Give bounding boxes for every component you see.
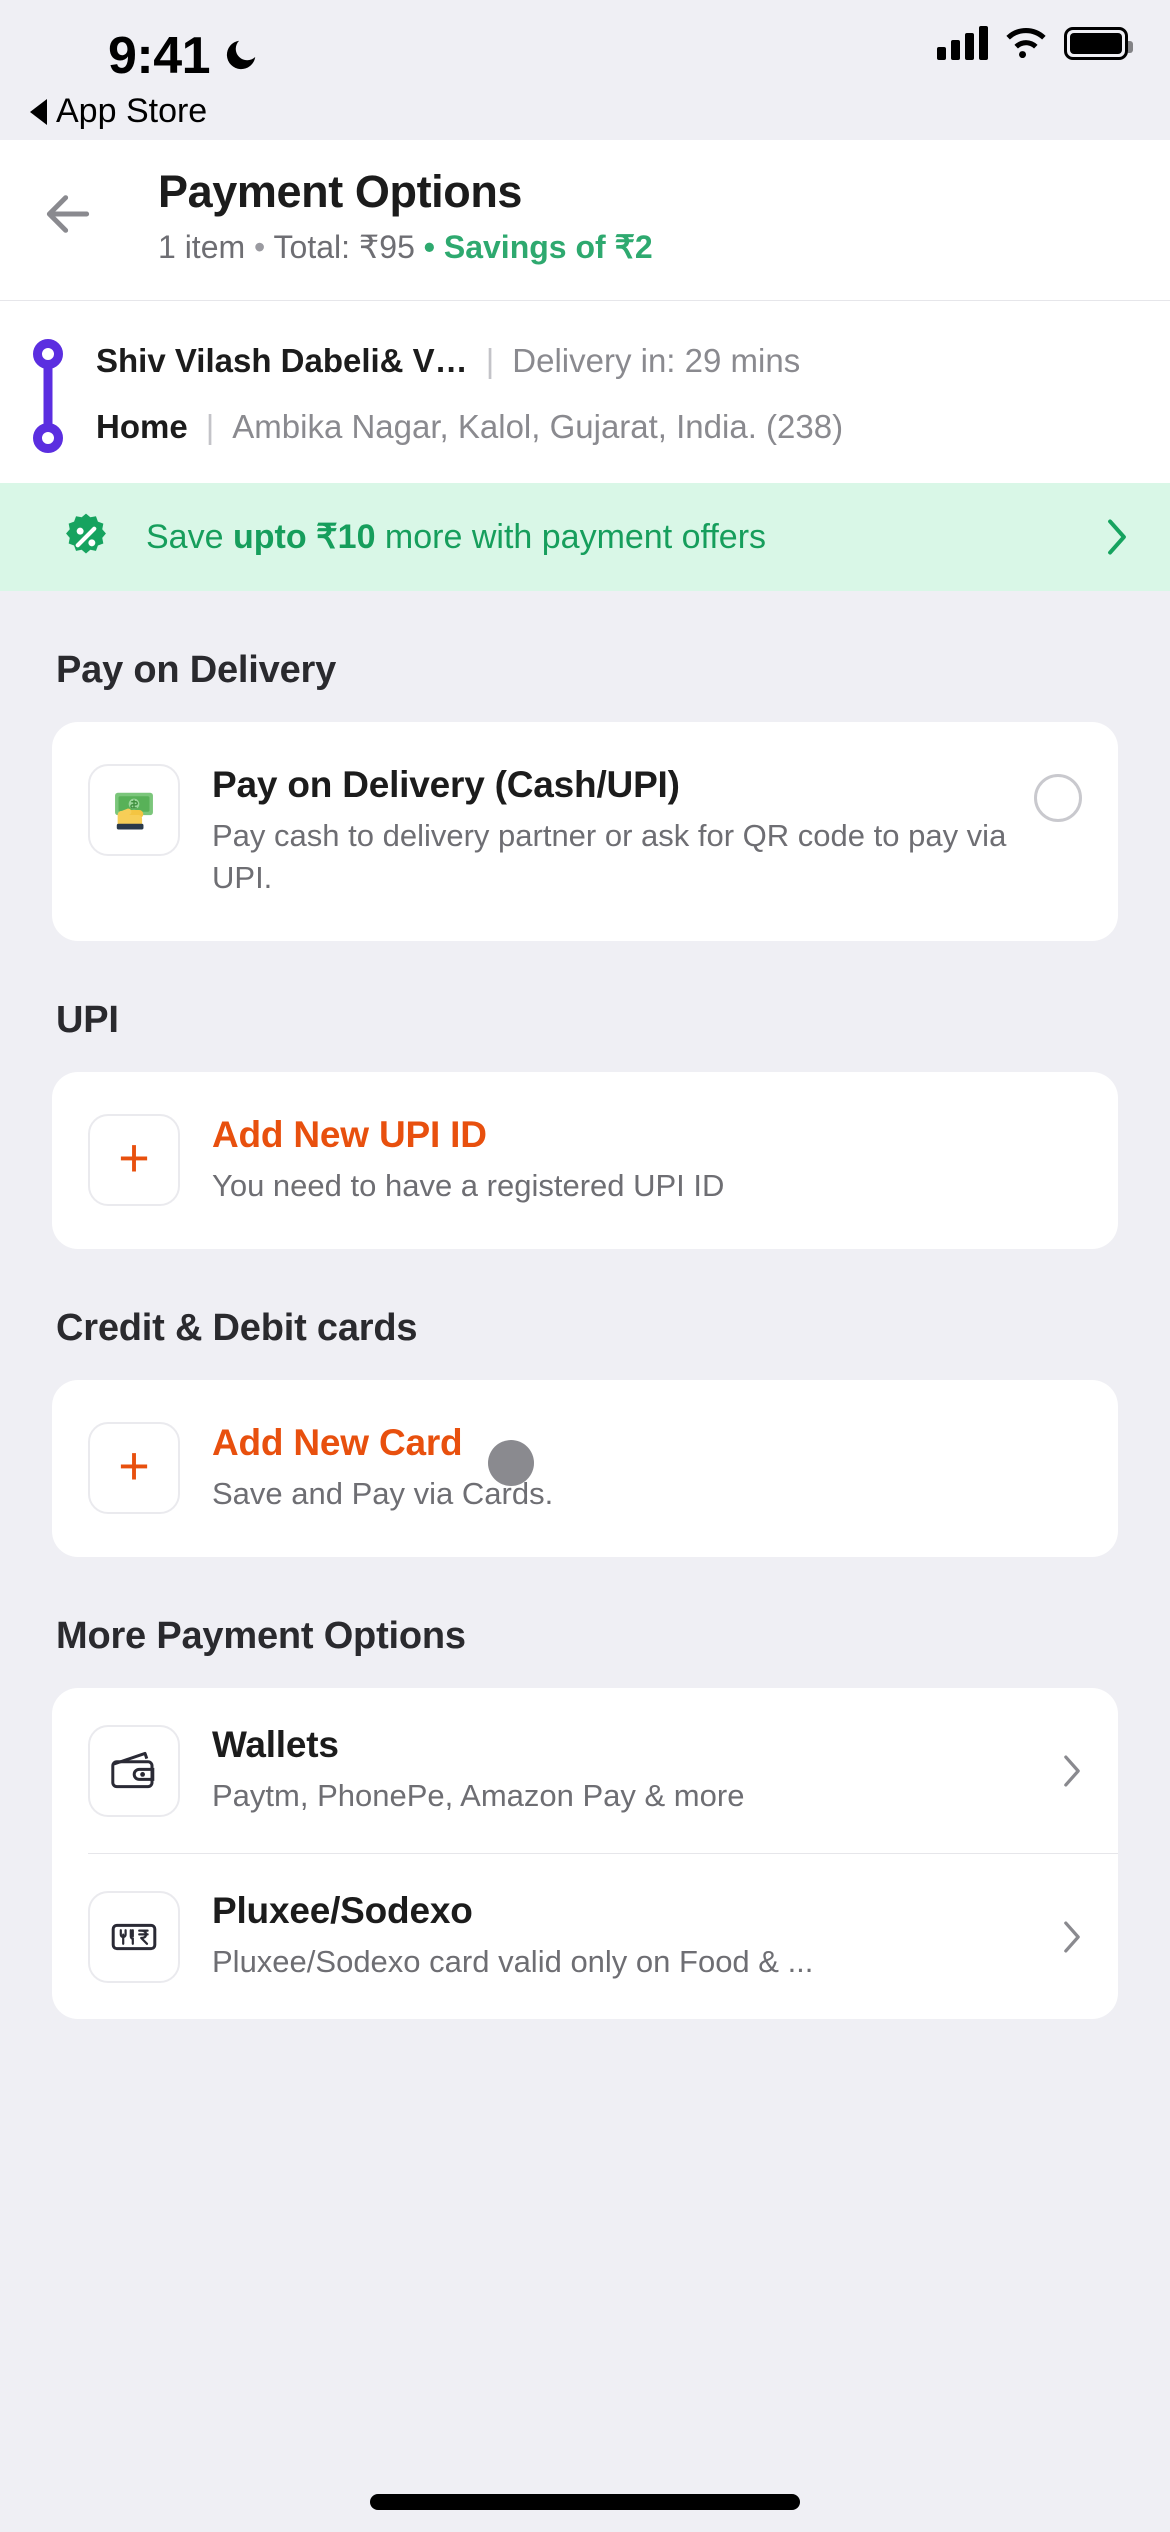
status-bar: 9:41 App Store [0, 0, 1170, 140]
order-savings: Savings of ₹2 [443, 229, 653, 265]
address-label: Home [96, 408, 188, 445]
section-title-pay-on-delivery: Pay on Delivery [56, 649, 337, 691]
chevron-right-icon[interactable] [1106, 518, 1128, 556]
store-row: Shiv Vilash Dabeli& V… | Delivery in: 29… [96, 335, 1140, 387]
add-new-card-subtitle: Save and Pay via Cards. [212, 1476, 554, 1511]
back-to-app-store-link[interactable]: App Store [30, 92, 207, 131]
chevron-right-icon[interactable] [1062, 1754, 1082, 1788]
section-title-upi: UPI [56, 999, 119, 1041]
touch-cursor [488, 1440, 534, 1486]
payment-offers-banner[interactable]: Save upto ₹10 more with payment offers [0, 483, 1170, 591]
cash-in-hand-icon [88, 764, 180, 856]
wallets-title: Wallets [212, 1724, 339, 1765]
wallets-subtitle: Paytm, PhonePe, Amazon Pay & more [212, 1778, 745, 1813]
pay-on-delivery-radio[interactable] [1034, 774, 1082, 822]
address-text: Ambika Nagar, Kalol, Gujarat, India. (23… [232, 408, 844, 445]
plus-icon: + [88, 1422, 180, 1514]
delivery-eta: Delivery in: 29 mins [512, 342, 801, 379]
wallets-row[interactable]: Wallets Paytm, PhonePe, Amazon Pay & mor… [52, 1688, 1118, 1853]
offer-amount: upto ₹10 [232, 518, 376, 556]
wifi-icon [1006, 27, 1046, 59]
route-line [43, 365, 53, 431]
cards-card: + Add New Card Save and Pay via Cards. [52, 1380, 1118, 1557]
offer-suffix: more with payment offers [375, 518, 767, 556]
store-name: Shiv Vilash Dabeli& V… [96, 342, 468, 379]
sep-dot-1: • [254, 229, 266, 265]
home-indicator [370, 2494, 800, 2510]
arrow-left-icon[interactable] [40, 186, 96, 242]
triangle-left-icon [30, 98, 47, 125]
add-new-upi-title: Add New UPI ID [212, 1114, 487, 1155]
upi-card: + Add New UPI ID You need to have a regi… [52, 1072, 1118, 1249]
moon-icon [226, 40, 256, 70]
status-indicators [937, 26, 1133, 60]
chevron-right-icon[interactable] [1062, 1920, 1082, 1954]
section-title-cards: Credit & Debit cards [56, 1307, 418, 1349]
offer-prefix: Save [146, 518, 233, 556]
pluxee-sodexo-row[interactable]: Pluxee/Sodexo Pluxee/Sodexo card valid o… [52, 1854, 1118, 2019]
order-summary-line: 1 item • Total: ₹95 • Savings of ₹2 [158, 228, 1170, 266]
more-payment-options-card: Wallets Paytm, PhonePe, Amazon Pay & mor… [52, 1688, 1118, 2019]
back-app-label: App Store [56, 92, 208, 130]
pay-on-delivery-card: Pay on Delivery (Cash/UPI) Pay cash to d… [52, 722, 1118, 941]
meal-card-icon [88, 1890, 180, 1983]
pay-on-delivery-row[interactable]: Pay on Delivery (Cash/UPI) Pay cash to d… [52, 722, 1118, 941]
page-header: Payment Options 1 item • Total: ₹95 • Sa… [0, 140, 1170, 301]
pay-on-delivery-title: Pay on Delivery (Cash/UPI) [212, 764, 680, 805]
order-total: Total: ₹95 [273, 229, 415, 265]
percent-badge-icon [66, 513, 106, 554]
route-destination-dot-icon [33, 423, 63, 453]
page-title: Payment Options [158, 166, 523, 217]
delivery-address-block[interactable]: Shiv Vilash Dabeli& V… | Delivery in: 29… [0, 301, 1170, 483]
item-count: 1 item [158, 229, 246, 265]
add-new-card-row[interactable]: + Add New Card Save and Pay via Cards. [52, 1380, 1118, 1557]
pluxee-sodexo-subtitle: Pluxee/Sodexo card valid only on Food & … [212, 1944, 814, 1979]
route-indicator [0, 335, 96, 453]
address-row: Home | Ambika Nagar, Kalol, Gujarat, Ind… [96, 401, 1140, 453]
add-new-card-title: Add New Card [212, 1422, 463, 1463]
pay-on-delivery-subtitle: Pay cash to delivery partner or ask for … [212, 818, 1007, 895]
battery-full-icon [1064, 26, 1133, 60]
address-divider: | [205, 408, 215, 445]
sep-dot-2: • [423, 229, 435, 265]
wallet-icon [88, 1724, 180, 1817]
add-new-upi-row[interactable]: + Add New UPI ID You need to have a regi… [52, 1072, 1118, 1249]
section-title-more-payment-options: More Payment Options [56, 1615, 466, 1657]
store-divider: | [485, 342, 495, 379]
add-new-upi-subtitle: You need to have a registered UPI ID [212, 1168, 725, 1203]
pluxee-sodexo-title: Pluxee/Sodexo [212, 1890, 473, 1931]
offer-banner-text: Save upto ₹10 more with payment offers [146, 517, 1106, 557]
plus-icon: + [88, 1114, 180, 1206]
cellular-signal-icon [937, 26, 988, 60]
status-time: 9:41 [108, 27, 211, 85]
